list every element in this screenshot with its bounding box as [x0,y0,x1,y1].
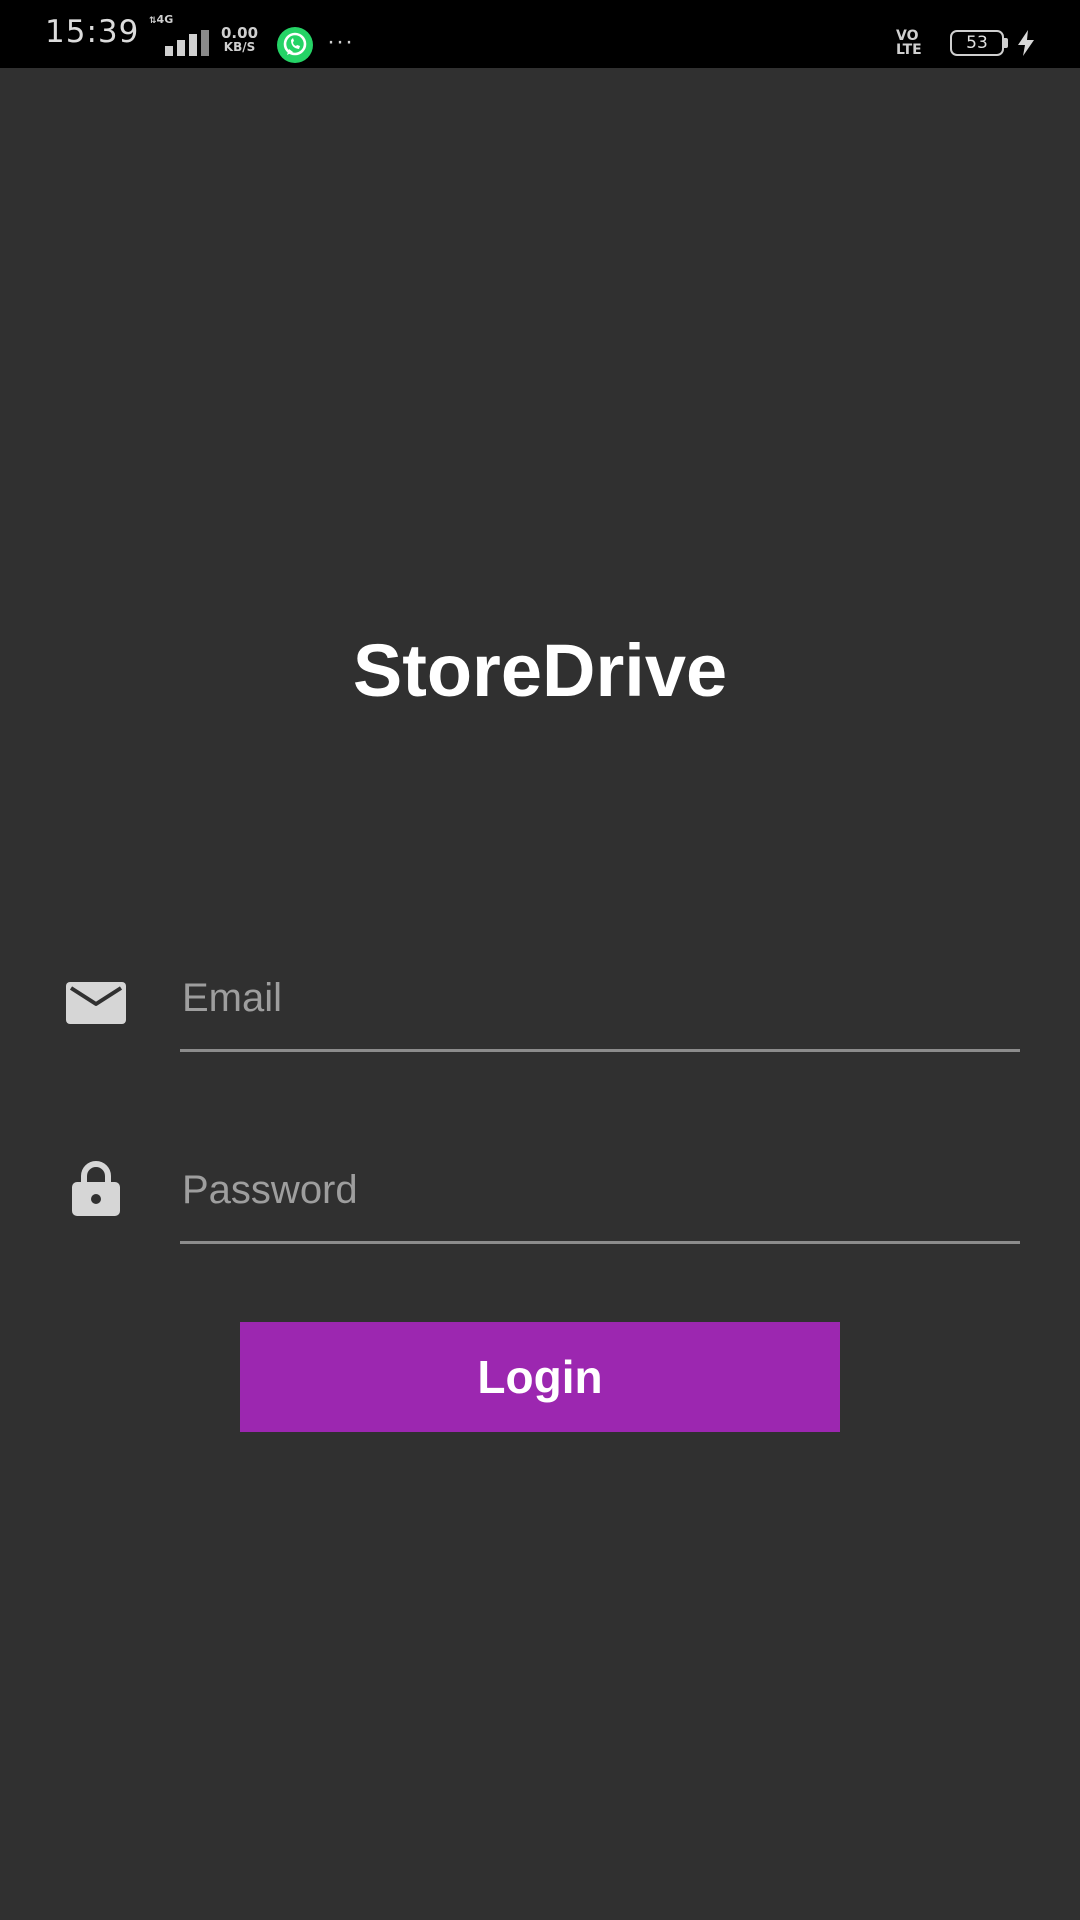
battery-tip [1004,38,1008,48]
password-row [0,1142,1080,1262]
status-bar: 15:39 ⇅4G 0.00 KB/S ··· VO LTE 53 [0,0,1080,68]
app-title: StoreDrive [352,629,728,712]
login-screen: 15:39 ⇅4G 0.00 KB/S ··· VO LTE 53 StoreD… [0,0,1080,1920]
email-row [0,950,1080,1070]
network-speed: 0.00 KB/S [221,26,258,54]
battery-icon: 53 [950,30,1004,56]
charging-icon [1018,30,1034,56]
signal-icon [165,30,209,56]
email-icon [66,982,126,1024]
network-arrows-icon: ⇅ [149,16,157,26]
email-input[interactable] [180,960,1020,1052]
speed-value: 0.00 [221,24,259,42]
password-input[interactable] [180,1152,1020,1244]
lock-icon [72,1161,120,1216]
speed-unit: KB/S [223,40,256,54]
battery-level: 53 [966,33,988,53]
volte-indicator: VO LTE [896,28,922,58]
status-time: 15:39 [45,14,140,50]
more-notifications-icon: ··· [327,28,354,55]
whatsapp-icon [277,27,313,63]
network-type-label: ⇅4G [149,13,174,27]
login-button[interactable]: Login [240,1322,840,1432]
